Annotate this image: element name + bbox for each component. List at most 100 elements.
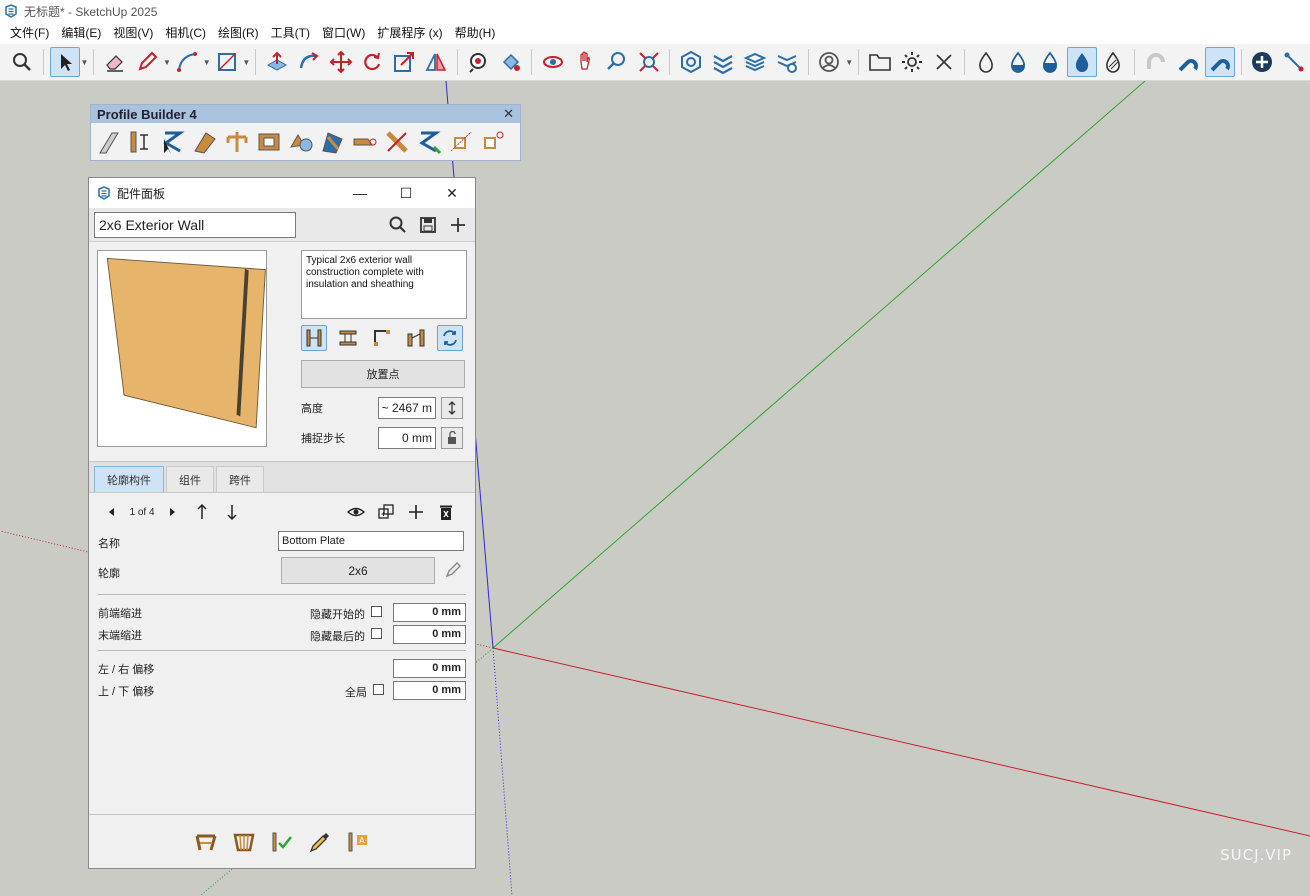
align-center-icon[interactable]	[301, 325, 327, 351]
arc-tool-icon[interactable]	[172, 47, 202, 77]
line-points-icon[interactable]	[1279, 47, 1309, 77]
account-icon[interactable]	[815, 47, 845, 77]
assembly-icon[interactable]	[125, 127, 157, 157]
menu-edit[interactable]: 编辑(E)	[55, 22, 107, 44]
menu-view[interactable]: 视图(V)	[107, 22, 159, 44]
menu-tools[interactable]: 工具(T)	[265, 22, 316, 44]
menu-file[interactable]: 文件(F)	[4, 22, 55, 44]
minimize-icon[interactable]: —	[337, 178, 383, 208]
drop-filled-icon[interactable]	[1035, 47, 1065, 77]
align-corner-icon[interactable]	[369, 325, 395, 351]
search-icon[interactable]	[384, 211, 412, 239]
close-icon[interactable]: ✕	[429, 178, 475, 208]
add-member-icon[interactable]	[405, 501, 427, 523]
menu-draw[interactable]: 绘图(R)	[212, 22, 265, 44]
menu-camera[interactable]: 相机(C)	[159, 22, 212, 44]
lr-offset-field[interactable]: 0 mm	[393, 659, 466, 678]
eraser-icon[interactable]	[100, 47, 130, 77]
maximize-icon[interactable]: ☐	[383, 178, 429, 208]
tab-spans[interactable]: 跨件	[216, 466, 264, 492]
path-connect-icon[interactable]	[413, 127, 445, 157]
drop-outline-icon[interactable]	[971, 47, 1001, 77]
hide-end-checkbox[interactable]	[371, 628, 382, 639]
edit-pencil-icon[interactable]	[444, 561, 462, 579]
extension-manager-icon[interactable]	[772, 47, 802, 77]
unlock-icon[interactable]	[441, 427, 463, 449]
height-arrow-icon[interactable]	[441, 397, 463, 419]
profile-member-icon[interactable]	[93, 127, 125, 157]
ud-offset-field[interactable]: 0 mm	[393, 681, 466, 700]
move-up-icon[interactable]	[191, 501, 213, 523]
add-icon[interactable]	[444, 211, 472, 239]
extend-member-icon[interactable]	[349, 127, 381, 157]
tree-structure-icon[interactable]	[221, 127, 253, 157]
magnet-icon[interactable]	[1173, 47, 1203, 77]
flip-tool-icon[interactable]	[421, 47, 451, 77]
magnet-disabled-icon[interactable]	[1141, 47, 1171, 77]
box-align-icon[interactable]	[445, 127, 477, 157]
attributes-icon[interactable]: A	[343, 827, 373, 857]
eyedropper-icon[interactable]	[305, 827, 335, 857]
zoom-tool-icon[interactable]	[602, 47, 632, 77]
add-circle-icon[interactable]	[1248, 47, 1278, 77]
orbit-tool-icon[interactable]	[538, 47, 568, 77]
align-offset-icon[interactable]	[403, 325, 429, 351]
align-top-icon[interactable]	[335, 325, 361, 351]
prev-arrow-icon[interactable]	[101, 501, 123, 523]
next-arrow-icon[interactable]	[161, 501, 183, 523]
front-indent-field[interactable]: 0 mm	[393, 603, 466, 622]
panel-titlebar[interactable]: 配件面板 — ☐ ✕	[89, 178, 475, 208]
build-frame-icon[interactable]	[229, 827, 259, 857]
box-target-icon[interactable]	[477, 127, 509, 157]
profile-wood-icon[interactable]	[189, 127, 221, 157]
menu-help[interactable]: 帮助(H)	[449, 22, 502, 44]
duplicate-icon[interactable]	[375, 501, 397, 523]
pencil-icon[interactable]	[132, 47, 162, 77]
place-point-button[interactable]: 放置点	[301, 360, 465, 388]
folder-icon[interactable]	[865, 47, 895, 77]
path-select-icon[interactable]	[157, 127, 189, 157]
follow-me-icon[interactable]	[294, 47, 324, 77]
close-x-icon[interactable]	[929, 47, 959, 77]
cut-member-icon[interactable]	[381, 127, 413, 157]
global-checkbox[interactable]	[373, 684, 384, 695]
combine-shapes-icon[interactable]	[285, 127, 317, 157]
visibility-eye-icon[interactable]	[345, 501, 367, 523]
select-tool-icon[interactable]	[49, 47, 80, 77]
path-edit-icon[interactable]	[317, 127, 349, 157]
tape-measure-icon[interactable]	[464, 47, 494, 77]
move-down-icon[interactable]	[221, 501, 243, 523]
pencil-dropdown-icon[interactable]: ▼	[163, 58, 171, 67]
menu-extensions[interactable]: 扩展程序 (x)	[371, 22, 448, 44]
tab-components[interactable]: 组件	[166, 466, 214, 492]
rectangle-dropdown-icon[interactable]: ▼	[242, 58, 250, 67]
account-dropdown-icon[interactable]: ▼	[845, 58, 853, 67]
save-icon[interactable]	[414, 211, 442, 239]
menu-window[interactable]: 窗口(W)	[316, 22, 371, 44]
snap-field[interactable]: 0 mm	[378, 427, 436, 449]
description-textarea[interactable]: Typical 2x6 exterior wall construction c…	[301, 250, 467, 319]
height-field[interactable]: ~ 2467 m	[378, 397, 436, 419]
rectangle-tool-icon[interactable]	[212, 47, 242, 77]
drop-hatched-icon[interactable]	[1099, 47, 1129, 77]
drop-full-icon[interactable]	[1066, 47, 1097, 77]
frame-box-icon[interactable]	[253, 127, 285, 157]
member-name-input[interactable]: Bottom Plate	[278, 531, 464, 551]
apply-check-icon[interactable]	[267, 827, 297, 857]
push-pull-icon[interactable]	[262, 47, 292, 77]
3d-warehouse-icon[interactable]	[676, 47, 706, 77]
paint-bucket-icon[interactable]	[496, 47, 526, 77]
profile-builder-titlebar[interactable]: Profile Builder 4 ✕	[91, 105, 520, 123]
move-tool-icon[interactable]	[326, 47, 356, 77]
select-dropdown-icon[interactable]: ▼	[81, 58, 89, 67]
pan-tool-icon[interactable]	[570, 47, 600, 77]
settings-icon[interactable]	[897, 47, 927, 77]
hide-start-checkbox[interactable]	[371, 606, 382, 617]
end-indent-field[interactable]: 0 mm	[393, 625, 466, 644]
magnet-active-icon[interactable]	[1204, 47, 1235, 77]
delete-trash-icon[interactable]	[435, 501, 457, 523]
tab-profile-members[interactable]: 轮廓构件	[94, 466, 164, 492]
refresh-icon[interactable]	[437, 325, 463, 351]
arc-dropdown-icon[interactable]: ▼	[203, 58, 211, 67]
assembly-name-input[interactable]: 2x6 Exterior Wall	[94, 211, 296, 238]
